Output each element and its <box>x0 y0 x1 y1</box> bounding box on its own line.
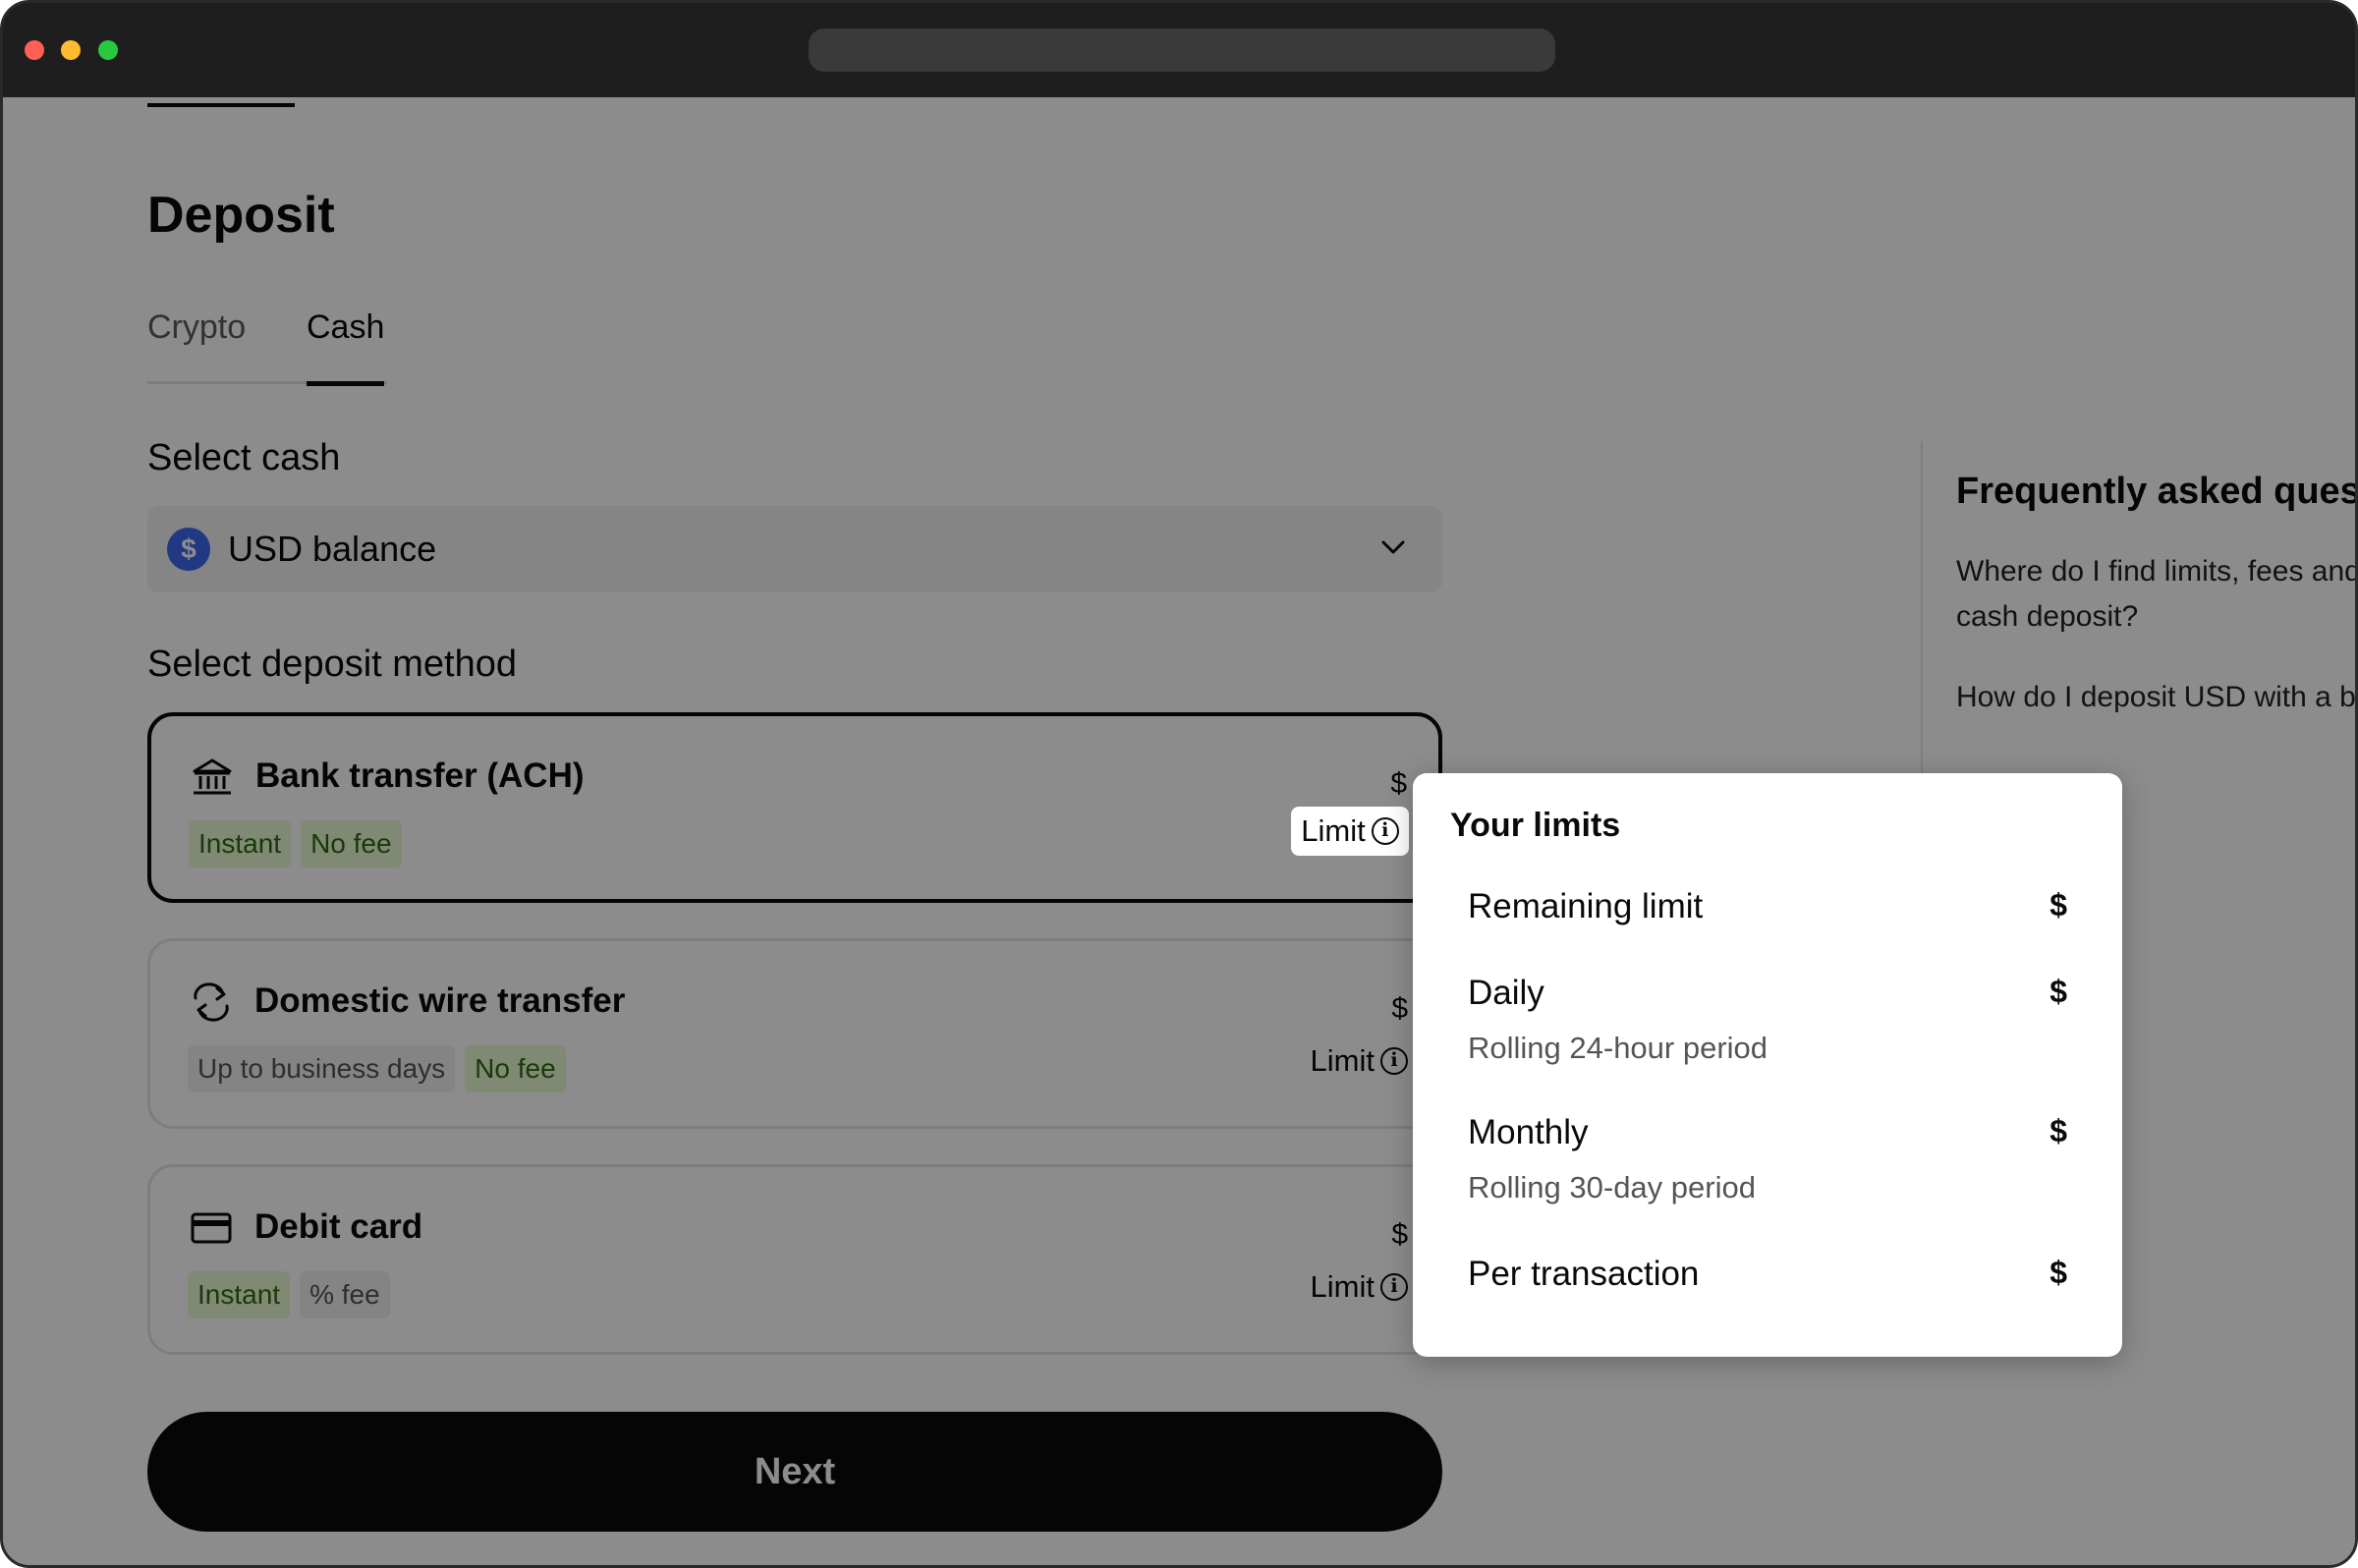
close-window-button[interactable] <box>25 40 44 60</box>
limit-row-subtitle: Rolling 30-day period <box>1468 1170 1756 1204</box>
browser-window: Deposit Crypto Cash Select cash $ USD ba… <box>0 0 2358 1568</box>
popover-title: Your limits <box>1450 807 1621 844</box>
limits-popover: Your limits Remaining limit $ Daily Roll… <box>1413 773 2122 1357</box>
limit-row-value: $ <box>2049 1113 2067 1148</box>
limit-row-label: Per transaction <box>1468 1255 1700 1293</box>
limit-row-subtitle: Rolling 24-hour period <box>1468 1031 1768 1065</box>
limit-row-label: Remaining limit <box>1468 887 1704 925</box>
title-bar <box>3 3 2355 97</box>
limit-row-label: Daily <box>1468 974 1544 1012</box>
limit-row-value: $ <box>2049 1255 2067 1290</box>
info-icon: i <box>1371 817 1399 845</box>
address-bar[interactable] <box>809 28 1555 72</box>
limit-row-value: $ <box>2049 887 2067 923</box>
minimize-window-button[interactable] <box>61 40 81 60</box>
limit-row-label: Monthly <box>1468 1113 1589 1151</box>
limit-row-value: $ <box>2049 974 2067 1009</box>
bank-transfer-limit-button[interactable]: Limit i <box>1291 807 1409 856</box>
limit-label: Limit <box>1301 813 1366 848</box>
page-content: Deposit Crypto Cash Select cash $ USD ba… <box>3 97 2355 1565</box>
zoom-window-button[interactable] <box>98 40 118 60</box>
